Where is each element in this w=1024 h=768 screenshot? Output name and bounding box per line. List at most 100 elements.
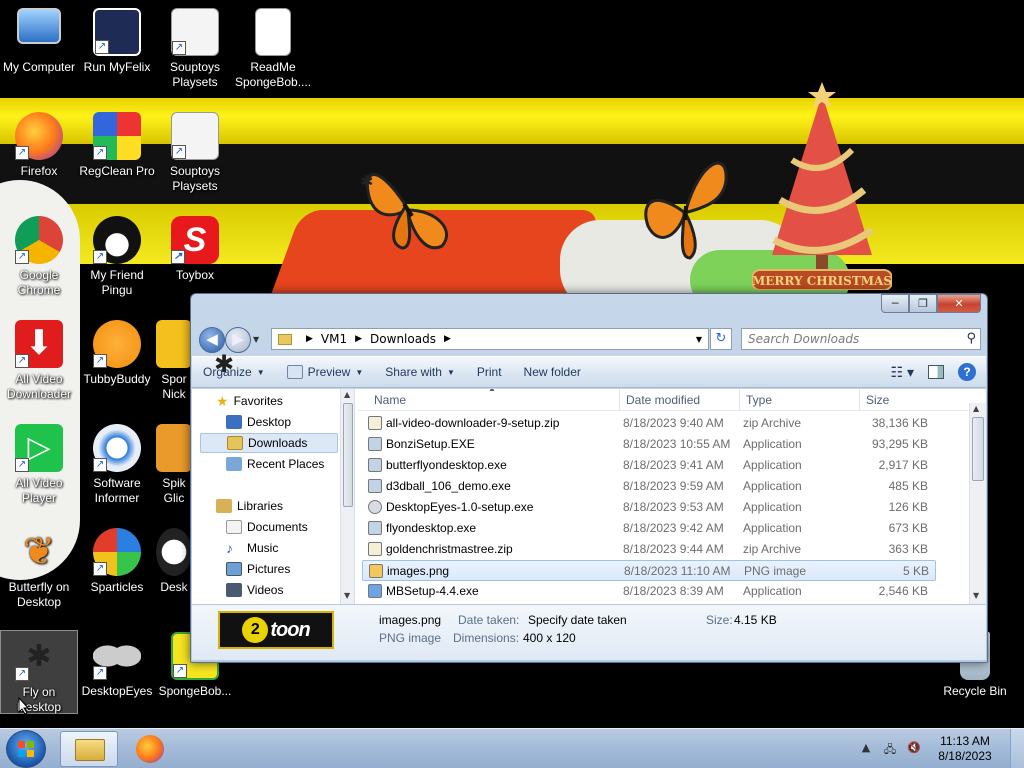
desktop-icon-toybox[interactable]: S ↗ Toybox: [156, 216, 234, 283]
desktop-icon-readme-spongebob[interactable]: ReadMe SpongeBob....: [234, 8, 312, 90]
explorer-window[interactable]: ─ ❐ ✕ ◀ ▶ ▼ ▶ VM1 ▶ Downloads ▶ ▼ ↻ Sear…: [190, 293, 988, 663]
nav-downloads[interactable]: Downloads: [200, 433, 338, 453]
nav-pictures[interactable]: Pictures: [226, 559, 290, 579]
breadcrumb-separator[interactable]: ▶: [444, 334, 451, 344]
details-size-value: 4.15 KB: [734, 613, 777, 627]
address-bar[interactable]: ▶ VM1 ▶ Downloads ▶ ▼: [271, 328, 709, 350]
desktop-icon-google-chrome[interactable]: ↗ Google Chrome: [0, 216, 78, 298]
address-dropdown-icon[interactable]: ▼: [696, 335, 702, 344]
fly-animation[interactable]: ✱: [214, 350, 234, 378]
desktop-icon-spike-glic[interactable]: Spik Glic: [156, 424, 192, 506]
details-pane: 2 toon images.png PNG image Date taken: …: [192, 604, 986, 660]
taskbar-firefox-button[interactable]: [122, 731, 180, 767]
show-hidden-icons-icon[interactable]: ▲: [858, 741, 874, 757]
close-button[interactable]: ✕: [937, 294, 981, 313]
game-icon: [156, 424, 192, 472]
help-icon[interactable]: ?: [958, 363, 976, 381]
minimize-button[interactable]: ─: [881, 294, 909, 313]
file-row[interactable]: BonziSetup.EXE 8/18/2023 10:55 AM Applic…: [362, 434, 936, 455]
desktop-icon-fly-on-desktop[interactable]: ✱ ↗ Fly on Desktop: [0, 630, 78, 714]
breadcrumb-separator[interactable]: ▶: [306, 334, 313, 344]
nav-recent-places[interactable]: Recent Places: [226, 454, 324, 474]
scroll-up-icon[interactable]: ▲: [344, 390, 350, 399]
breadcrumb-separator[interactable]: ▶: [355, 334, 362, 344]
file-row[interactable]: DesktopEyes-1.0-setup.exe 8/18/2023 9:53…: [362, 497, 936, 518]
share-with-button[interactable]: Share with ▼: [374, 365, 466, 379]
christmas-tree-animation[interactable]: MERRY CHRISTMAS: [752, 80, 892, 290]
desktop-icon-label: RegClean Pro: [79, 164, 155, 178]
scroll-up-icon[interactable]: ▲: [973, 404, 979, 413]
breadcrumb-vm1[interactable]: VM1: [321, 332, 347, 346]
desktop-icon-label: Souptoys Playsets: [169, 164, 221, 193]
network-icon[interactable]: 🖧: [882, 741, 898, 757]
desktop-icon-butterfly-on-desktop[interactable]: ❦ Butterfly on Desktop: [0, 528, 78, 610]
column-divider[interactable]: [739, 389, 740, 411]
window-caption-buttons: ─ ❐ ✕: [881, 294, 981, 313]
desktop-icon-my-friend-pingu[interactable]: ↗ My Friend Pingu: [78, 216, 156, 298]
column-divider[interactable]: [619, 389, 620, 411]
details-date-taken-value[interactable]: Specify date taken: [528, 613, 627, 627]
desktop-icon-all-video-player[interactable]: ▷ ↗ All Video Player: [0, 424, 78, 506]
file-name: d3dball_106_demo.exe: [386, 479, 511, 493]
maximize-button[interactable]: ❐: [909, 294, 937, 313]
desktop-icon-souptoys-playsets[interactable]: ↗ Souptoys Playsets: [156, 8, 234, 90]
desktop-icon-my-computer[interactable]: My Computer: [0, 8, 78, 75]
taskbar-explorer-button[interactable]: [60, 731, 118, 767]
desktop-icon-sparticles[interactable]: ↗ Sparticles: [78, 528, 156, 595]
file-row[interactable]: all-video-downloader-9-setup.zip 8/18/20…: [362, 413, 936, 434]
nav-scrollbar[interactable]: ▲ ▼: [340, 389, 354, 604]
scroll-down-icon[interactable]: ▼: [344, 591, 350, 600]
nav-scrollbar-thumb[interactable]: [343, 403, 353, 507]
desktop-icon-sports-nick[interactable]: Spor Nick: [156, 320, 192, 402]
column-divider[interactable]: [859, 389, 860, 411]
desktop-icon-all-video-downloader[interactable]: ⬇ ↗ All Video Downloader: [0, 320, 78, 402]
nav-videos[interactable]: Videos: [226, 580, 283, 600]
print-button[interactable]: Print: [466, 365, 513, 379]
refresh-button[interactable]: ↻: [710, 328, 732, 350]
nav-favorites[interactable]: ★ Favorites: [216, 391, 283, 411]
column-header-size[interactable]: Size: [866, 393, 889, 407]
nav-documents[interactable]: Documents: [226, 517, 308, 537]
file-list-scrollbar[interactable]: ▲ ▼: [969, 403, 986, 604]
nav-desktop[interactable]: Desktop: [226, 412, 291, 432]
nav-music[interactable]: ♪ Music: [226, 538, 278, 558]
desktop-icon-software-informer[interactable]: ↗ Software Informer: [78, 424, 156, 506]
desktop-icon-label: ReadMe SpongeBob....: [234, 60, 312, 89]
desktop-icon-tubbybuddy[interactable]: ↗ TubbyBuddy: [78, 320, 156, 387]
show-desktop-button[interactable]: [1010, 729, 1024, 768]
desktop-icon-souptoys-playsets-2[interactable]: ↗ Souptoys Playsets: [156, 112, 234, 194]
file-row[interactable]: goldenchristmastree.zip 8/18/2023 9:44 A…: [362, 539, 936, 560]
preview-pane-icon[interactable]: [928, 365, 944, 379]
scroll-down-icon[interactable]: ▼: [973, 591, 979, 600]
desktop-icon-firefox[interactable]: ↗ Firefox: [0, 112, 78, 179]
column-header-date[interactable]: Date modified: [626, 393, 700, 407]
videos-icon: [226, 583, 242, 597]
file-row[interactable]: MBSetup-4.4.exe 8/18/2023 8:39 AM Applic…: [362, 581, 936, 602]
file-row[interactable]: butterflyondesktop.exe 8/18/2023 9:41 AM…: [362, 455, 936, 476]
desktop-icon-run-myfelix[interactable]: ↗ Run MyFelix: [78, 8, 156, 75]
desktop-icon-desk[interactable]: Desk: [156, 528, 192, 595]
nav-libraries-label: Libraries: [237, 499, 284, 513]
volume-muted-icon[interactable]: 🔇: [906, 741, 922, 757]
fly-animation[interactable]: ✱: [360, 172, 373, 191]
preview-button[interactable]: Preview ▼: [276, 365, 375, 379]
file-list-scrollbar-thumb[interactable]: [972, 417, 984, 481]
new-folder-button[interactable]: New folder: [513, 365, 592, 379]
butterfly-animation[interactable]: [356, 150, 460, 256]
recent-pages-dropdown[interactable]: ▼: [253, 335, 259, 344]
documents-icon: [226, 520, 242, 534]
butterfly-animation[interactable]: [640, 150, 732, 262]
desktop-icon-desktopeyes[interactable]: ↗ DesktopEyes: [78, 632, 156, 699]
search-input[interactable]: Search Downloads ⚲: [741, 328, 981, 350]
file-row-selected[interactable]: images.png 8/18/2023 11:10 AM PNG image …: [362, 560, 936, 581]
breadcrumb-downloads[interactable]: Downloads: [370, 332, 436, 346]
clock[interactable]: 11:13 AM 8/18/2023: [926, 734, 1004, 764]
file-row[interactable]: d3dball_106_demo.exe 8/18/2023 9:59 AM A…: [362, 476, 936, 497]
column-header-name[interactable]: Name: [374, 393, 406, 407]
view-options-icon[interactable]: ☷ ▾: [891, 364, 914, 381]
nav-libraries[interactable]: Libraries: [216, 496, 283, 516]
desktop-icon-regclean-pro[interactable]: ↗ RegClean Pro: [78, 112, 156, 179]
file-row[interactable]: flyondesktop.exe 8/18/2023 9:42 AM Appli…: [362, 518, 936, 539]
start-button[interactable]: [6, 730, 46, 768]
column-header-type[interactable]: Type: [746, 393, 772, 407]
